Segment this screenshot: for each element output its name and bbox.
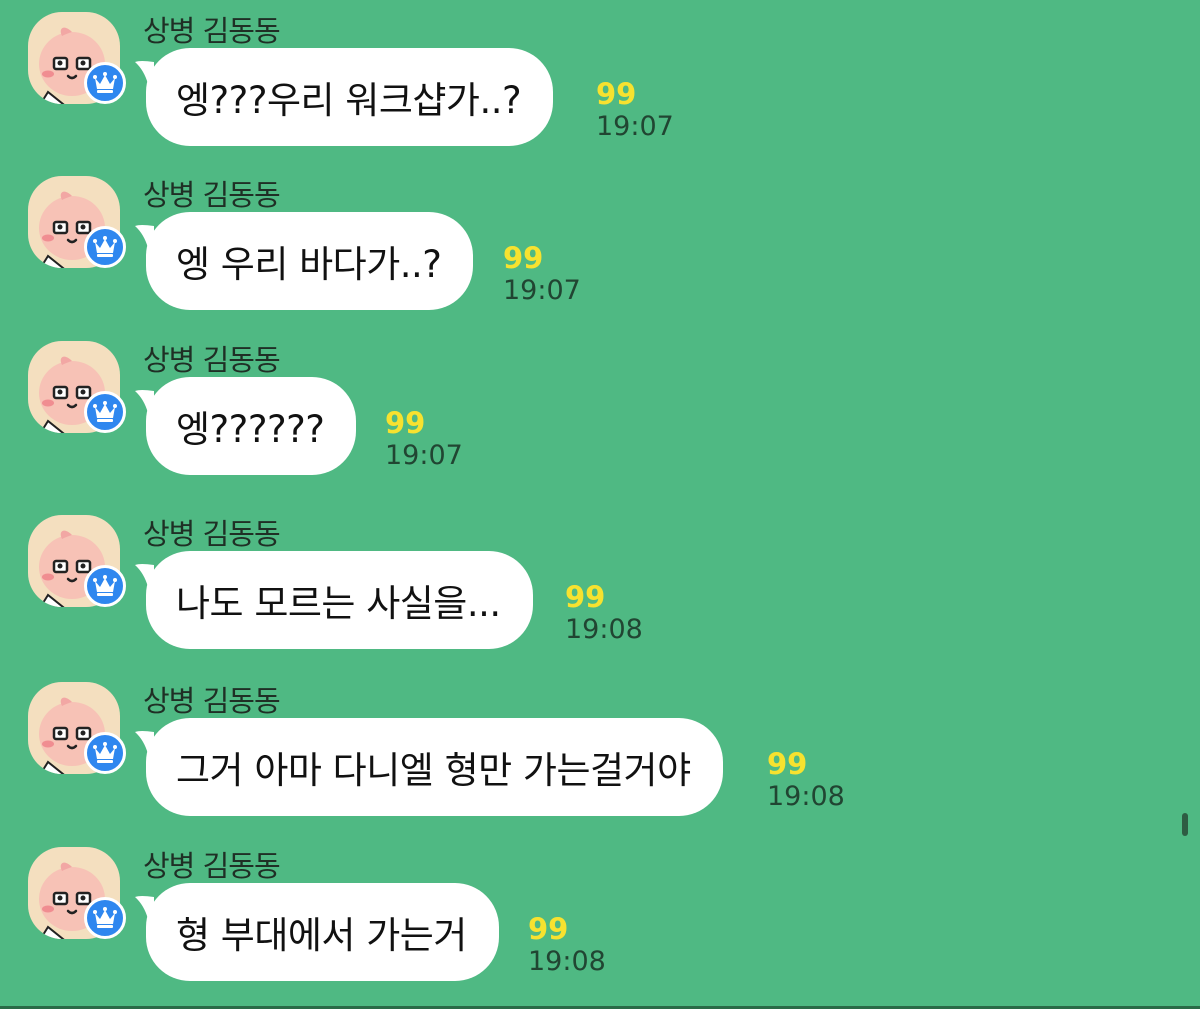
message-meta: 99 19:08 [767, 748, 887, 814]
message-time: 19:08 [565, 614, 643, 645]
message-meta: 99 19:07 [503, 242, 623, 308]
message-time: 19:07 [503, 275, 581, 306]
message-row: 상병 김동동 엥???우리 워크샵가..? 99 19:07 [0, 0, 1200, 165]
crown-badge-icon [84, 565, 126, 607]
message-bubble[interactable]: 엥 우리 바다가..? [146, 212, 474, 310]
message-bubble[interactable]: 형 부대에서 가는거 [146, 883, 499, 981]
message-time: 19:08 [767, 781, 845, 812]
crown-badge-icon [84, 897, 126, 939]
message-bubble-wrapper: 나도 모르는 사실을... [134, 551, 533, 649]
message-time: 19:08 [528, 946, 606, 977]
message-meta: 99 19:07 [596, 78, 716, 144]
message-time: 19:07 [596, 111, 674, 142]
chat-room: 상병 김동동 엥???우리 워크샵가..? 99 19:07 상병 김동동 엥 … [0, 0, 1200, 1009]
crown-badge-icon [84, 226, 126, 268]
sender-name: 상병 김동동 [143, 343, 281, 377]
message-meta: 99 19:08 [528, 913, 648, 979]
message-row: 상병 김동동 엥?????? 99 19:07 [0, 329, 1200, 494]
scrollbar-thumb[interactable] [1182, 813, 1188, 836]
message-time: 19:07 [385, 440, 463, 471]
message-row: 상병 김동동 나도 모르는 사실을... 99 19:08 [0, 503, 1200, 668]
unread-count: 99 [528, 912, 569, 946]
unread-count: 99 [596, 77, 637, 111]
sender-name: 상병 김동동 [143, 14, 281, 48]
message-bubble[interactable]: 엥?????? [146, 377, 357, 475]
unread-count: 99 [503, 241, 544, 275]
crown-badge-icon [84, 732, 126, 774]
message-row: 상병 김동동 형 부대에서 가는거 99 19:08 [0, 835, 1200, 1000]
sender-name: 상병 김동동 [143, 684, 281, 718]
avatar[interactable] [28, 12, 126, 108]
message-meta: 99 19:07 [385, 407, 505, 473]
avatar[interactable] [28, 515, 126, 611]
crown-badge-icon [84, 62, 126, 104]
unread-count: 99 [767, 747, 808, 781]
unread-count: 99 [385, 406, 426, 440]
avatar[interactable] [28, 341, 126, 437]
message-bubble-wrapper: 형 부대에서 가는거 [134, 883, 499, 981]
message-bubble[interactable]: 엥???우리 워크샵가..? [146, 48, 554, 146]
sender-name: 상병 김동동 [143, 849, 281, 883]
avatar[interactable] [28, 847, 126, 943]
message-bubble-wrapper: 엥?????? [134, 377, 357, 475]
crown-badge-icon [84, 391, 126, 433]
message-bubble-wrapper: 엥???우리 워크샵가..? [134, 48, 554, 146]
avatar[interactable] [28, 682, 126, 778]
sender-name: 상병 김동동 [143, 178, 281, 212]
message-bubble-wrapper: 그거 아마 다니엘 형만 가는걸거야 [134, 718, 723, 816]
sender-name: 상병 김동동 [143, 517, 281, 551]
message-bubble-wrapper: 엥 우리 바다가..? [134, 212, 474, 310]
message-bubble[interactable]: 그거 아마 다니엘 형만 가는걸거야 [146, 718, 723, 816]
unread-count: 99 [565, 580, 606, 614]
avatar[interactable] [28, 176, 126, 272]
message-bubble[interactable]: 나도 모르는 사실을... [146, 551, 533, 649]
message-row: 상병 김동동 그거 아마 다니엘 형만 가는걸거야 99 19:08 [0, 670, 1200, 835]
message-meta: 99 19:08 [565, 581, 685, 647]
message-row: 상병 김동동 엥 우리 바다가..? 99 19:07 [0, 164, 1200, 329]
